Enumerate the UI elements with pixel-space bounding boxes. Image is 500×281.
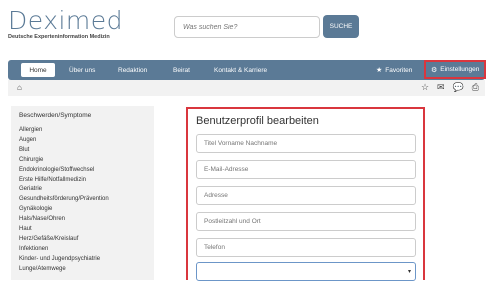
einstellungen-label: Einstellungen xyxy=(440,66,480,73)
nav-einstellungen[interactable]: ⚙ Einstellungen xyxy=(424,60,487,79)
nav-kontakt[interactable]: Kontakt & Karriere xyxy=(214,60,267,80)
main-nav: Home Über uns Redaktion Beirat Kontakt &… xyxy=(8,60,487,80)
logo-tagline: Deutsche Experteninformation Medizin xyxy=(8,34,110,40)
mail-icon[interactable]: ✉ xyxy=(437,82,445,93)
sidebar-item[interactable]: Kinder- und Jugendpsychiatrie xyxy=(19,255,146,265)
profession-select[interactable]: ▾ xyxy=(196,262,416,281)
phone-field[interactable] xyxy=(196,238,416,257)
gear-icon: ⚙ xyxy=(431,66,438,74)
profile-form: Benutzerprofil bearbeiten ▾ xyxy=(186,107,425,281)
search-input[interactable] xyxy=(174,16,320,38)
address-field[interactable] xyxy=(196,186,416,205)
sidebar-heading[interactable]: Beschwerden/Symptome xyxy=(19,112,146,119)
sidebar-item[interactable]: Haut xyxy=(19,225,146,235)
sidebar-item[interactable]: Augen xyxy=(19,136,146,146)
sidebar-item[interactable]: Infektionen xyxy=(19,245,146,255)
sidebar-item[interactable]: Gynäkologie xyxy=(19,205,146,215)
favoriten-label: Favoriten xyxy=(385,66,413,74)
print-icon[interactable]: ⎙ xyxy=(472,82,479,93)
star-outline-icon[interactable]: ☆ xyxy=(421,82,429,93)
sidebar-item[interactable]: Allergien xyxy=(19,126,146,136)
breadcrumb: ⌂ ☆ ✉ 💬 ⎙ xyxy=(8,80,485,96)
name-field[interactable] xyxy=(196,134,416,153)
sidebar: Beschwerden/Symptome Allergien Augen Blu… xyxy=(11,106,154,280)
chevron-down-icon: ▾ xyxy=(407,269,411,275)
sidebar-item[interactable]: Endokrinologie/Stoffwechsel xyxy=(19,166,146,176)
sidebar-item[interactable]: Blut xyxy=(19,146,146,156)
nav-redaktion[interactable]: Redaktion xyxy=(118,60,147,80)
sidebar-item[interactable]: Lunge/Atemwege xyxy=(19,265,146,275)
email-field[interactable] xyxy=(196,160,416,179)
star-icon: ★ xyxy=(376,67,383,74)
sidebar-item[interactable]: Erste Hilfe/Notfallmedizin xyxy=(19,176,146,186)
sidebar-item[interactable]: Geriatrie xyxy=(19,185,146,195)
form-title: Benutzerprofil bearbeiten xyxy=(196,115,319,127)
comment-icon[interactable]: 💬 xyxy=(453,82,464,93)
sidebar-item[interactable]: Chirurgie xyxy=(19,156,146,166)
home-icon[interactable]: ⌂ xyxy=(17,83,22,92)
nav-favoriten[interactable]: ★ Favoriten xyxy=(376,60,412,80)
sidebar-item[interactable]: Hals/Nase/Ohren xyxy=(19,215,146,225)
sidebar-item[interactable]: Gesundheitsförderung/Prävention xyxy=(19,195,146,205)
logo[interactable]: Deximed Deutsche Experteninformation Med… xyxy=(8,8,123,40)
postal-city-field[interactable] xyxy=(196,212,416,231)
search-button[interactable]: SUCHE xyxy=(323,15,359,38)
logo-wordmark: Deximed xyxy=(8,6,124,35)
page-tools: ☆ ✉ 💬 ⎙ xyxy=(421,82,479,93)
nav-ueber-uns[interactable]: Über uns xyxy=(69,60,95,80)
nav-beirat[interactable]: Beirat xyxy=(173,60,190,80)
sidebar-item[interactable]: Herz/Gefäße/Kreislauf xyxy=(19,235,146,245)
nav-home[interactable]: Home xyxy=(21,63,55,77)
